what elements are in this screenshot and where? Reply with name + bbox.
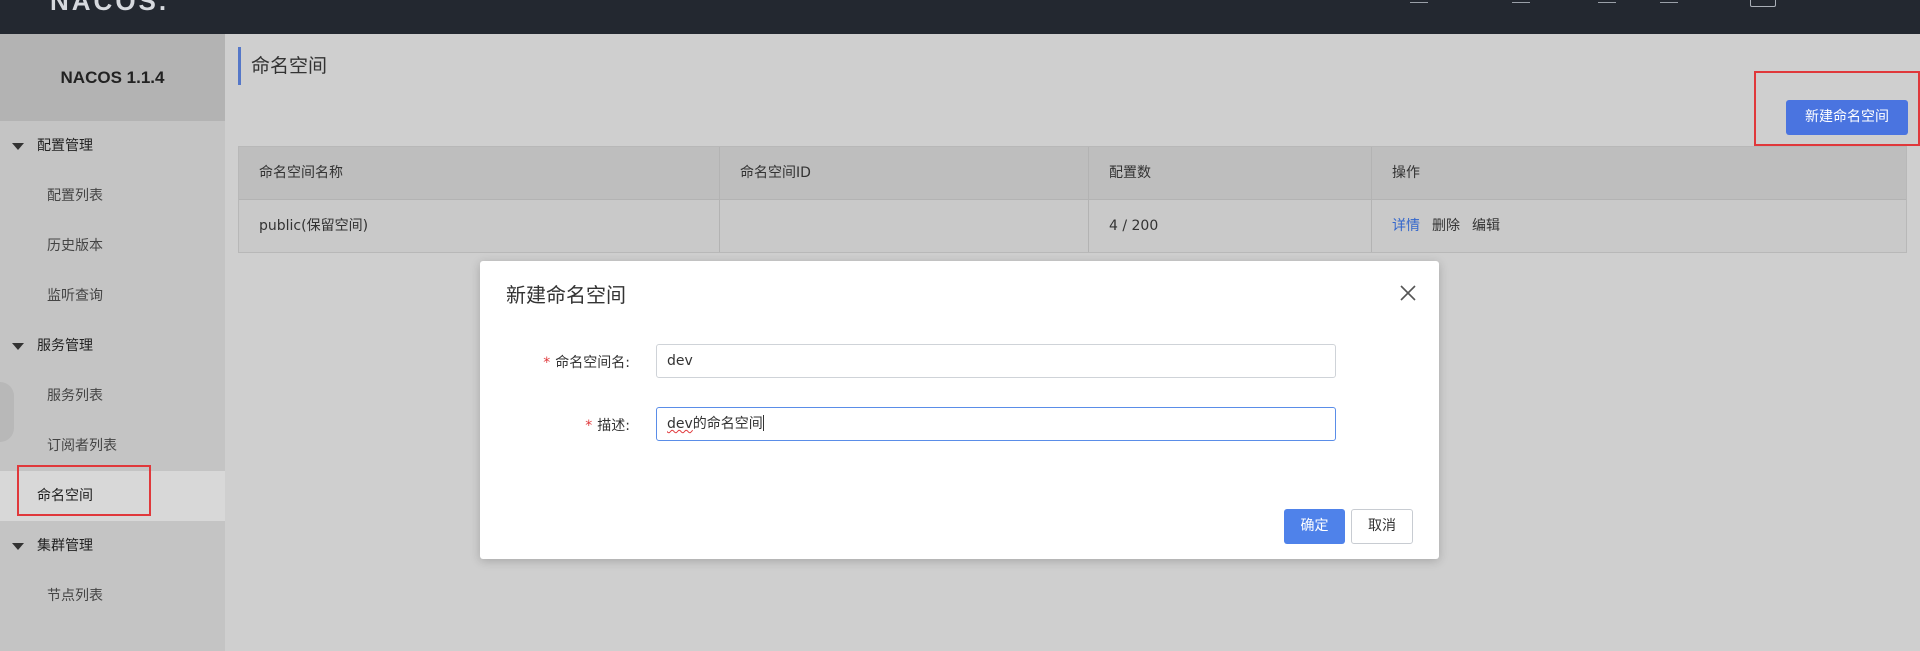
sidebar-group-label: 配置管理 [37,138,93,154]
dialog-title: 新建命名空间 [506,283,626,307]
required-marker: * [543,355,551,371]
page-title: 命名空间 [238,47,327,85]
config-count-cell: 4 / 200 [1089,200,1372,252]
label-text: 描述: [597,418,630,434]
top-menu-item[interactable] [1598,0,1616,3]
sidebar-group-service[interactable]: 服务管理 [0,321,225,371]
namespace-name-cell: public(保留空间) [239,200,720,252]
text-cursor [762,415,764,431]
sidebar-brand: NACOS 1.1.4 [0,34,225,121]
table-row: public(保留空间) 4 / 200 详情 删除 编辑 [239,200,1906,252]
sidebar-collapse-handle[interactable] [0,382,14,442]
description-label: * 描述: [480,415,630,435]
top-menu-item[interactable] [1660,0,1678,3]
delete-link[interactable]: 删除 [1432,218,1460,234]
sidebar-item-node-list[interactable]: 节点列表 [0,571,225,621]
sidebar-group-label: 服务管理 [37,338,93,354]
input-value: dev [667,353,693,369]
sidebar-group-cluster[interactable]: 集群管理 [0,521,225,571]
table-header-row: 命名空间名称 命名空间ID 配置数 操作 [239,147,1906,200]
cancel-button[interactable]: 取消 [1351,509,1413,544]
caret-down-icon [12,543,24,550]
highlight-box [17,465,151,516]
new-namespace-dialog: 新建命名空间 * 命名空间名: dev * 描述: dev的命名空间 确定 取消 [480,261,1439,559]
namespace-id-cell [720,200,1089,252]
details-link[interactable]: 详情 [1392,218,1420,234]
namespace-name-label: * 命名空间名: [480,352,630,372]
confirm-button[interactable]: 确定 [1284,509,1345,544]
input-value: 的命名空间 [692,416,763,432]
top-menu-item[interactable] [1410,0,1428,3]
sidebar-group-label: 集群管理 [37,538,93,554]
column-header: 配置数 [1089,147,1372,199]
top-menu-item[interactable] [1512,0,1530,3]
close-icon[interactable] [1397,282,1419,304]
required-marker: * [585,418,593,434]
sidebar-item-config-list[interactable]: 配置列表 [0,171,225,221]
column-header: 命名空间名称 [239,147,720,199]
column-header: 命名空间ID [720,147,1089,199]
namespace-table: 命名空间名称 命名空间ID 配置数 操作 public(保留空间) 4 / 20… [238,146,1907,253]
sidebar-item-history[interactable]: 历史版本 [0,221,225,271]
sidebar-item-subscriber-list[interactable]: 订阅者列表 [0,421,225,471]
caret-down-icon [12,343,24,350]
language-switch[interactable] [1750,0,1776,7]
top-bar: NACOS. [0,0,1920,34]
nacos-logo[interactable]: NACOS. [50,0,169,17]
column-header: 操作 [1392,165,1420,181]
operations-cell: 详情 删除 编辑 [1372,200,1906,252]
highlight-box [1754,71,1920,146]
sidebar: NACOS 1.1.4 配置管理 配置列表 历史版本 监听查询 服务管理 服务列… [0,34,225,651]
description-input[interactable]: dev的命名空间 [656,407,1336,441]
sidebar-item-service-list[interactable]: 服务列表 [0,371,225,421]
label-text: 命名空间名: [555,355,630,371]
sidebar-item-listener-query[interactable]: 监听查询 [0,271,225,321]
namespace-name-input[interactable]: dev [656,344,1336,378]
spellcheck-word: dev [667,416,693,432]
sidebar-group-config[interactable]: 配置管理 [0,121,225,171]
edit-link[interactable]: 编辑 [1472,218,1500,234]
caret-down-icon [12,143,24,150]
